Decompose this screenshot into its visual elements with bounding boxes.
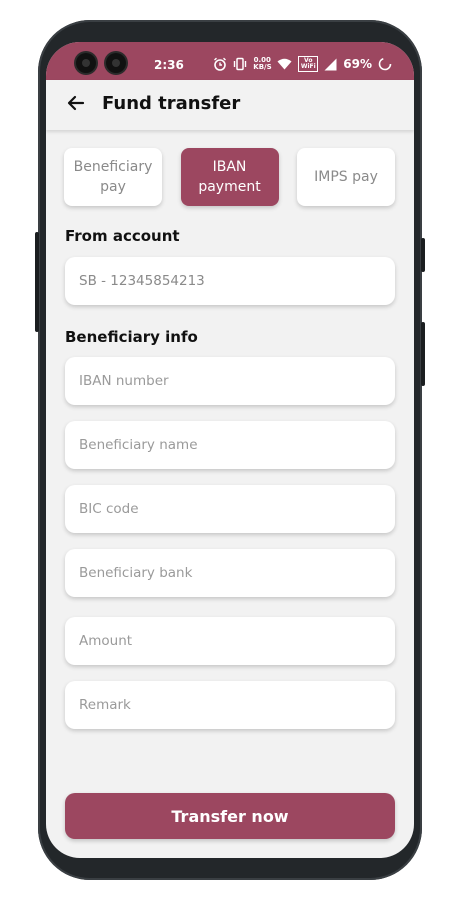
tab-imps-pay[interactable]: IMPS pay [297, 148, 395, 206]
app-screen: 2:36 0.00 KB/S Vo WiFi 69% Fund transfer… [46, 42, 414, 858]
status-bar: 2:36 0.00 KB/S Vo WiFi 69% [46, 42, 414, 80]
alarm-icon [214, 57, 227, 71]
beneficiary-name-input[interactable] [65, 421, 395, 469]
vowifi-badge: Vo WiFi [298, 56, 319, 72]
from-account-field[interactable] [65, 257, 395, 305]
page-title: Fund transfer [102, 93, 241, 114]
tab-iban-payment[interactable]: IBAN payment [180, 148, 279, 206]
net-speed: 0.00 KB/S [253, 56, 272, 71]
arrow-left-icon[interactable] [66, 93, 86, 113]
bic-code-input[interactable] [65, 485, 395, 533]
side-button-right-top [421, 238, 425, 272]
status-time: 2:36 [154, 58, 184, 72]
front-camera [76, 53, 96, 73]
wifi-icon [277, 58, 292, 70]
tab-beneficiary-pay[interactable]: Beneficiary pay [64, 148, 162, 206]
remark-input[interactable] [65, 681, 395, 729]
from-account-label: From account [65, 227, 180, 245]
status-icons: 0.00 KB/S Vo WiFi 69% [213, 56, 392, 72]
signal-icon [324, 58, 337, 70]
side-button-left [35, 232, 39, 332]
battery-icon [378, 57, 392, 71]
side-button-right-bottom [421, 322, 425, 386]
vibrate-icon [234, 57, 247, 71]
payment-type-tabs: Beneficiary pay IBAN payment IMPS pay [64, 148, 395, 206]
transfer-now-button[interactable]: Transfer now [65, 793, 395, 839]
amount-input[interactable] [65, 617, 395, 665]
beneficiary-bank-input[interactable] [65, 549, 395, 597]
iban-number-input[interactable] [65, 357, 395, 405]
battery-percent: 69% [343, 57, 372, 71]
app-bar: Fund transfer [46, 80, 414, 130]
front-camera [106, 53, 126, 73]
beneficiary-info-label: Beneficiary info [65, 328, 198, 346]
